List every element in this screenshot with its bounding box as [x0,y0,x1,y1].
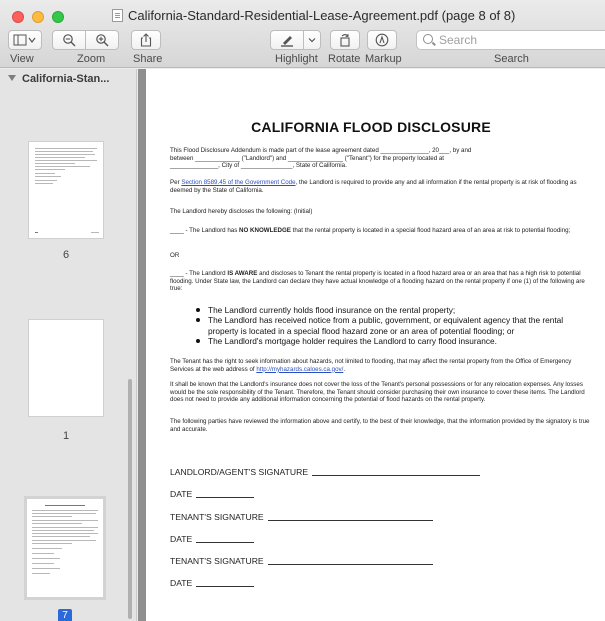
highlight-label: Highlight [275,53,318,65]
landlord-signature-label: LANDLORD/AGENT'S SIGNATURE [170,467,309,477]
intro-line-1: This Flood Disclosure Addendum is made p… [170,147,472,154]
zoom-out-icon [63,34,76,47]
highlight-menu-button[interactable] [303,30,321,50]
date-line-2: DATE [170,534,255,544]
no-knowledge-suffix: that the rental property is located in a… [290,227,571,234]
sidebar-document-header[interactable]: California-Stan... [0,69,137,89]
insurance-paragraph: It shall be known that the Landlord's in… [170,381,585,404]
no-knowledge-prefix: ____ - The Landlord has [170,227,240,234]
tenant-signature-label: TENANT'S SIGNATURE [170,512,264,522]
no-knowledge-bold: NO KNOWLEDGE [239,227,291,234]
search-icon [423,34,433,44]
thumbnail-sidebar: California-Stan... 6 1 7 [0,69,137,621]
disclosure-triangle-icon[interactable] [8,75,16,81]
myhazards-link[interactable]: http://myhazards.caloes.ca.gov/ [256,366,343,373]
tenant-signature-line-1: TENANT'S SIGNATURE [170,512,433,522]
share-label: Share [133,53,163,65]
markup-icon [375,33,389,47]
chevron-down-icon [308,38,316,43]
rotate-icon [340,33,350,47]
tenant-signature-line-2: TENANT'S SIGNATURE [170,556,433,566]
pdf-page: CALIFORNIA FLOOD DISCLOSURE This Flood D… [146,69,605,621]
government-code-paragraph: Per Section 8589.45 of the Government Co… [170,179,590,194]
date-label: DATE [170,534,193,544]
toolbar: California-Standard-Residential-Lease-Ag… [0,0,605,68]
tenant-rights-prefix: The Tenant has the right to seek informa… [170,358,572,373]
markup-label: Markup [365,53,402,65]
minimize-window-button[interactable] [32,11,44,23]
tenant-rights-paragraph: The Tenant has the right to seek informa… [170,358,590,373]
intro-paragraph: This Flood Disclosure Addendum is made p… [170,147,590,170]
intro-line-2: between _____________ ("Landlord") and _… [170,154,445,162]
no-knowledge-paragraph: ____ - The Landlord has NO KNOWLEDGE tha… [170,227,590,235]
gov-code-prefix: Per [170,179,182,186]
intro-line-3: ______________, City of _______________,… [170,162,347,170]
page-number-label-selected: 7 [58,609,72,621]
close-window-button[interactable] [12,11,24,23]
document-title: CALIFORNIA FLOOD DISCLOSURE [251,119,491,135]
document-viewer[interactable]: CALIFORNIA FLOOD DISCLOSURE This Flood D… [138,69,605,621]
flood-conditions-list: The Landlord currently holds flood insur… [194,305,594,347]
tenant-rights-suffix: . [343,365,346,373]
window-title: California-Standard-Residential-Lease-Ag… [128,8,516,23]
search-input[interactable]: Search [416,30,605,50]
zoom-in-button[interactable] [85,30,119,50]
or-label: OR [170,252,180,259]
sidebar-document-name: California-Stan... [22,73,110,85]
date-label: DATE [170,578,193,588]
sidebar-icon [13,34,36,46]
list-item: The Landlord currently holds flood insur… [194,305,594,315]
highlighter-icon [281,36,293,47]
tenant-signature-label: TENANT'S SIGNATURE [170,556,264,566]
markup-button[interactable] [367,30,397,50]
date-line-1: DATE [170,489,255,499]
is-aware-prefix: ____ - The Landlord [170,270,228,277]
page-thumbnail-7-selected[interactable] [24,496,106,600]
view-menu-button[interactable] [8,30,42,50]
page-number-label: 1 [62,430,70,442]
view-label: View [10,53,34,65]
rotate-label: Rotate [328,53,361,65]
disclosure-intro: The Landlord hereby discloses the follow… [170,208,313,215]
zoom-out-button[interactable] [52,30,86,50]
date-line-3: DATE [170,578,255,588]
search-placeholder: Search [439,33,478,47]
maximize-window-button[interactable] [52,11,64,23]
page-number-label: 6 [62,249,70,261]
page-thumbnail-6[interactable] [28,141,104,239]
zoom-label: Zoom [77,53,106,65]
certification-paragraph: The following parties have reviewed the … [170,418,590,433]
sidebar-scrollbar[interactable] [128,379,132,619]
share-icon [140,33,152,47]
is-aware-bold: IS AWARE [227,270,258,277]
share-button[interactable] [131,30,161,50]
preview-window: California-Standard-Residential-Lease-Ag… [0,0,605,621]
date-label: DATE [170,489,193,499]
pdf-document-icon [112,9,123,22]
landlord-signature-line: LANDLORD/AGENT'S SIGNATURE [170,467,481,477]
list-item: The Landlord has received notice from a … [194,315,594,336]
page-thumbnail-1[interactable] [28,319,104,417]
list-item: The Landlord's mortgage holder requires … [194,336,594,346]
government-code-link[interactable]: Section 8589.45 of the Government Code [181,179,295,186]
is-aware-paragraph: ____ - The Landlord IS AWARE and disclos… [170,270,590,293]
rotate-button[interactable] [330,30,360,50]
search-label: Search [494,53,529,65]
highlight-button[interactable] [270,30,304,50]
zoom-in-icon [96,34,109,47]
